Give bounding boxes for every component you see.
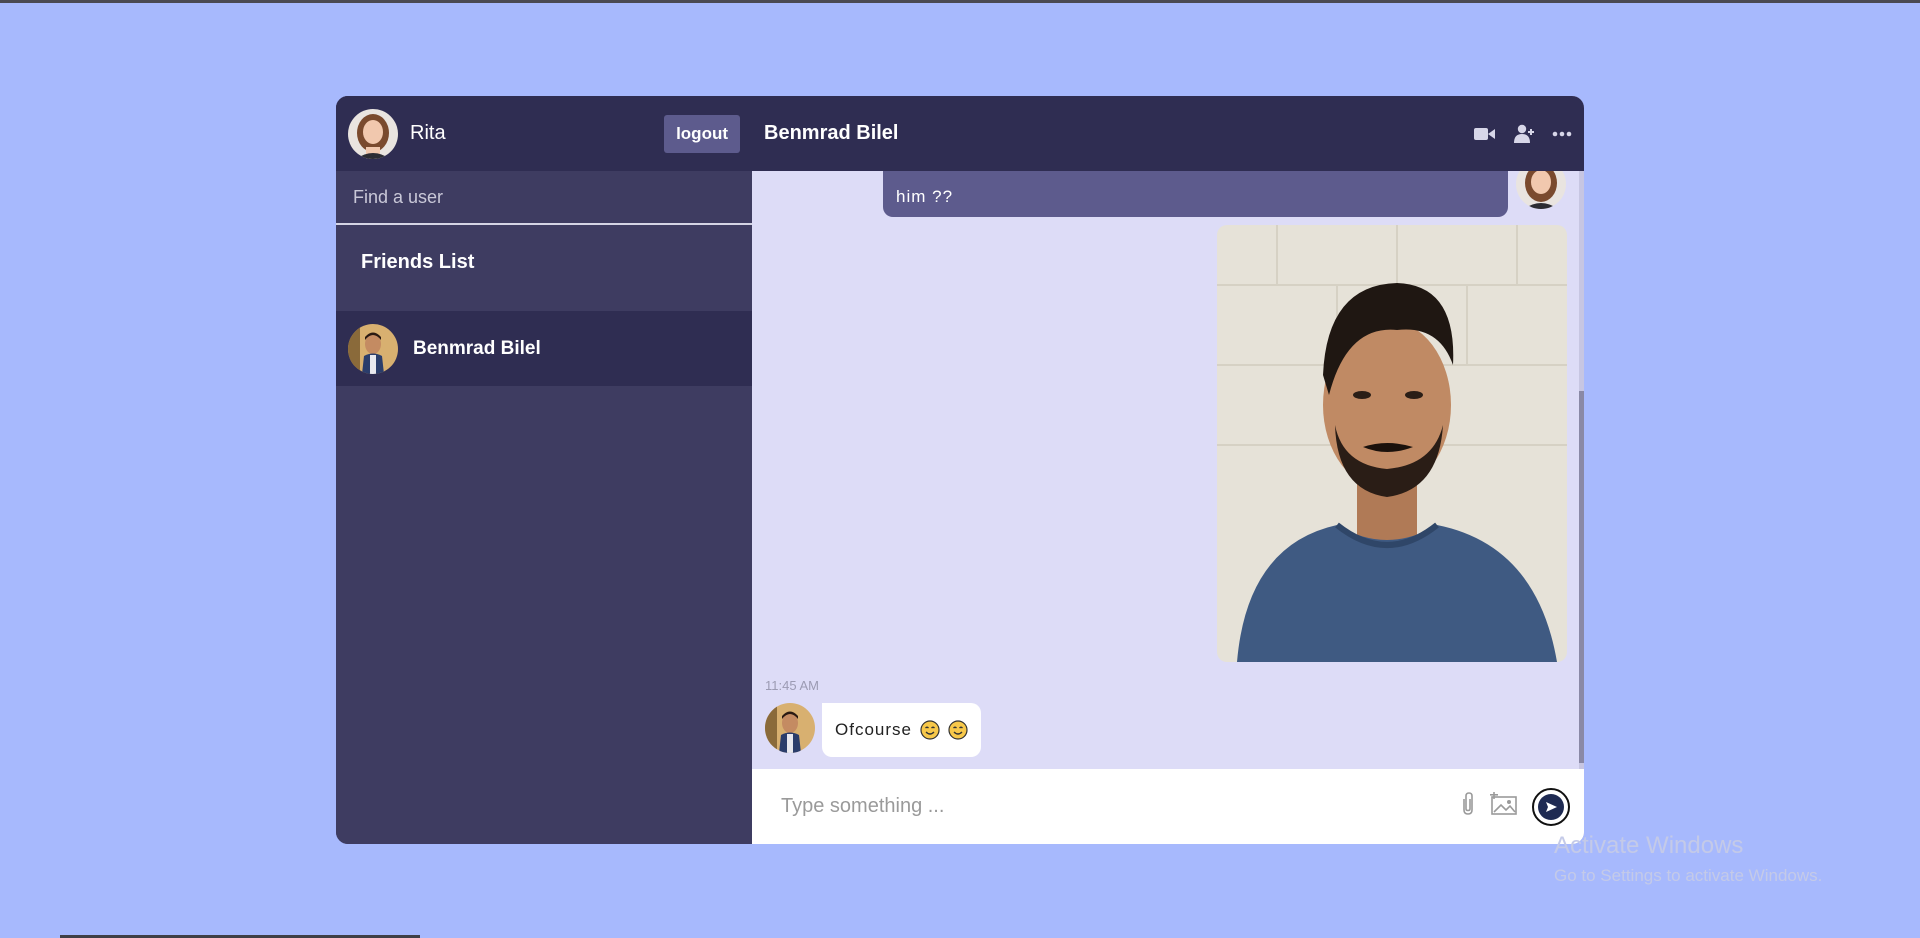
watermark-subtitle: Go to Settings to activate Windows.: [1554, 866, 1823, 885]
message-timestamp: 11:45 AM: [765, 678, 819, 693]
messages-scrollbar-thumb[interactable]: [1579, 391, 1584, 763]
attach-icon[interactable]: [1460, 791, 1476, 822]
friend-message-avatar: [765, 703, 815, 753]
owner-message-avatar: [1516, 171, 1566, 209]
current-username: Rita: [410, 122, 446, 144]
friend-message-text: Ofcourse: [835, 720, 912, 739]
video-camera-icon[interactable]: [1474, 126, 1496, 142]
windows-activation-watermark: Activate Windows Go to Settings to activ…: [1554, 832, 1822, 886]
messages-area[interactable]: him ?? 11:45 AM Ofcourse: [752, 171, 1584, 769]
user-search: [336, 171, 752, 225]
input-actions: [1460, 787, 1584, 826]
send-icon: [1538, 793, 1564, 820]
top-border: [0, 0, 1920, 3]
current-user-avatar: [348, 108, 398, 159]
watermark-title: Activate Windows: [1554, 832, 1744, 859]
add-user-icon[interactable]: [1514, 124, 1534, 144]
chat-actions: [1474, 124, 1572, 144]
smiling-emoji-icon: [948, 720, 968, 740]
send-button[interactable]: [1532, 787, 1570, 826]
friend-avatar: [348, 323, 398, 374]
owner-message-bubble: him ??: [883, 171, 1508, 217]
chat-title: Benmrad Bilel: [764, 122, 899, 144]
chat-panel: Benmrad Bilel him ?? 11:45 AM Ofcourse T…: [752, 96, 1584, 844]
add-image-icon[interactable]: [1490, 791, 1518, 821]
friend-name: Benmrad Bilel: [413, 337, 541, 359]
sidebar-header: Rita logout: [336, 96, 752, 171]
chat-header: Benmrad Bilel: [752, 96, 1584, 171]
current-user: Rita: [348, 108, 446, 159]
logout-button[interactable]: logout: [664, 114, 740, 153]
user-search-input[interactable]: [351, 185, 737, 209]
message-input-bar: [752, 769, 1584, 844]
message-input[interactable]: [779, 794, 1460, 819]
portrait-photo: [1217, 225, 1567, 662]
sidebar: Rita logout Friends List Benmrad Bilel: [336, 96, 752, 844]
more-options-icon[interactable]: [1552, 131, 1572, 137]
friend-message-bubble: Ofcourse: [822, 703, 981, 757]
friend-item[interactable]: Benmrad Bilel: [336, 311, 752, 386]
image-message[interactable]: [1217, 225, 1567, 662]
chat-app: Rita logout Friends List Benmrad Bilel: [336, 96, 1584, 844]
friends-list-title: Friends List: [361, 251, 475, 273]
smiling-emoji-icon: [920, 720, 940, 740]
